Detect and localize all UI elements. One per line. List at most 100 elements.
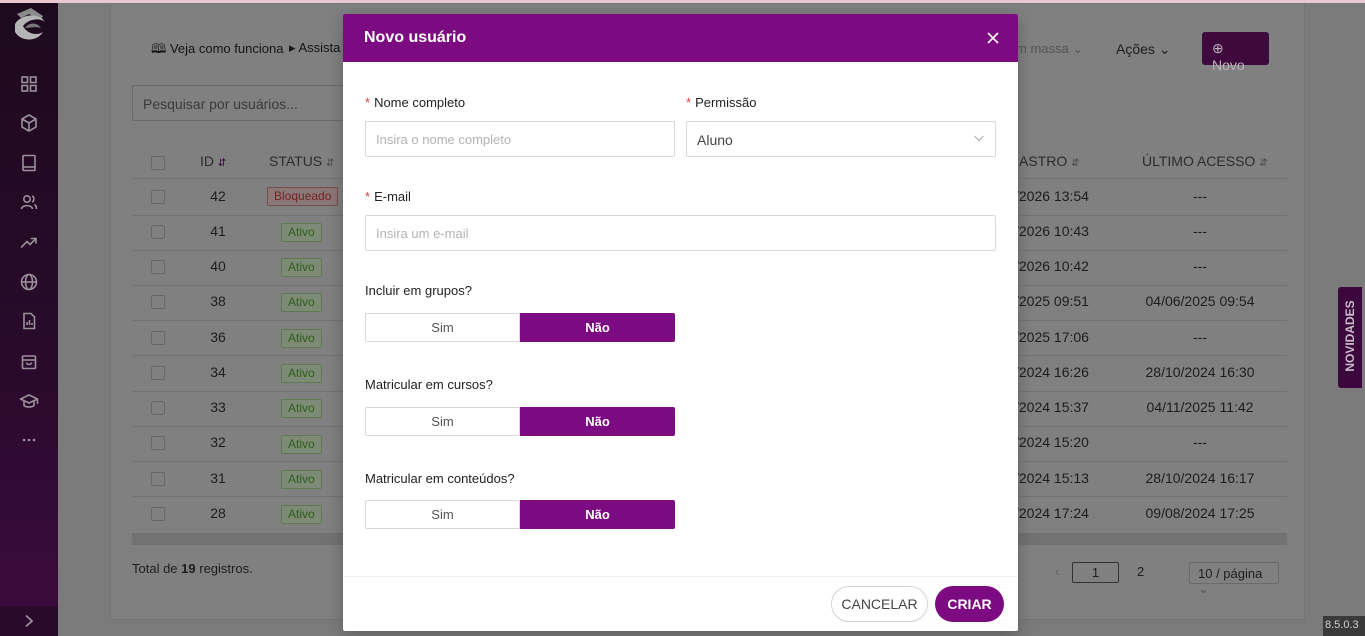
row-id: 38 <box>210 293 226 309</box>
chevron-down-icon: ⌄ <box>1198 581 1209 596</box>
sidebar-collapse-button[interactable] <box>0 606 58 636</box>
groups-no-option[interactable]: Não <box>520 313 675 342</box>
courses-toggle: Sim Não <box>365 407 675 436</box>
select-all-checkbox[interactable] <box>151 156 165 170</box>
row-checkbox[interactable] <box>151 331 165 345</box>
new-user-modal: Novo usuário *Nome completo *Permissão A… <box>343 14 1018 631</box>
courses-label: Matricular em cursos? <box>365 377 493 392</box>
row-last-access: --- <box>1193 258 1207 274</box>
page-size-select[interactable]: 10 / página ⌄ <box>1189 562 1279 596</box>
globe-icon[interactable] <box>19 272 39 292</box>
row-last-access: --- <box>1193 434 1207 450</box>
grid-icon[interactable] <box>19 74 39 94</box>
row-last-access: --- <box>1193 188 1207 204</box>
sidebar <box>0 0 58 636</box>
permission-select[interactable]: Aluno <box>686 121 996 157</box>
status-badge: Ativo <box>281 399 322 418</box>
novidades-tab[interactable]: NOVIDADES <box>1338 287 1362 388</box>
status-badge: Ativo <box>281 329 322 348</box>
row-last-access: --- <box>1193 223 1207 239</box>
groups-toggle: Sim Não <box>365 313 675 342</box>
row-created: /2026 10:42 <box>1015 258 1089 274</box>
contents-toggle: Sim Não <box>365 500 675 529</box>
column-header-last-access[interactable]: ÚLTIMO ACESSO ⇵ <box>1142 153 1268 169</box>
row-checkbox[interactable] <box>151 436 165 450</box>
required-marker: * <box>365 189 371 204</box>
row-checkbox[interactable] <box>151 225 165 239</box>
row-checkbox[interactable] <box>151 295 165 309</box>
chevron-down-icon <box>974 135 984 142</box>
status-badge: Ativo <box>281 435 322 454</box>
row-checkbox[interactable] <box>151 190 165 204</box>
assistant-link[interactable]: ▸ Assista <box>289 40 340 56</box>
cancel-button[interactable]: CANCELAR <box>831 586 928 622</box>
logo-icon[interactable] <box>11 6 49 46</box>
bag-icon[interactable] <box>19 351 39 371</box>
row-id: 28 <box>210 505 226 521</box>
trend-icon[interactable] <box>19 232 39 252</box>
row-last-access: --- <box>1193 329 1207 345</box>
sort-icon: ⇵ <box>1259 158 1268 169</box>
close-icon[interactable] <box>983 28 1003 48</box>
row-last-access: 28/10/2024 16:30 <box>1145 364 1255 380</box>
contents-label: Matricular em conteúdos? <box>365 471 515 486</box>
column-header-cadastro[interactable]: ASTRO ⇵ <box>1019 153 1080 169</box>
pagination-page-next[interactable]: 2 <box>1137 564 1144 579</box>
sort-icon: ⇵ <box>326 158 335 169</box>
row-id: 31 <box>210 470 226 486</box>
contents-yes-option[interactable]: Sim <box>365 500 520 529</box>
required-marker: * <box>365 95 371 110</box>
required-marker: * <box>686 95 692 110</box>
email-input[interactable] <box>365 215 996 251</box>
row-checkbox[interactable] <box>151 366 165 380</box>
groups-yes-option[interactable]: Sim <box>365 313 520 342</box>
status-badge: Ativo <box>281 470 322 489</box>
actions-dropdown[interactable]: Ações ⌄ <box>1116 41 1171 58</box>
report-icon[interactable] <box>19 311 39 331</box>
cube-icon[interactable] <box>19 113 39 133</box>
row-created: /2024 15:13 <box>1015 470 1089 486</box>
full-name-input[interactable] <box>365 121 675 157</box>
row-checkbox[interactable] <box>151 401 165 415</box>
groups-label: Incluir em grupos? <box>365 283 472 298</box>
book-icon[interactable] <box>19 153 39 173</box>
permission-label: * Permissão <box>686 95 757 110</box>
status-badge: Ativo <box>281 293 322 312</box>
courses-yes-option[interactable]: Sim <box>365 407 520 436</box>
pagination-prev-icon[interactable]: ‹ <box>1055 564 1059 579</box>
row-checkbox[interactable] <box>151 472 165 486</box>
bulk-actions-dropdown[interactable]: m massa ⌄ <box>1016 41 1083 57</box>
modal-title: Novo usuário <box>364 29 467 46</box>
modal-header: Novo usuário <box>343 14 1018 62</box>
row-id: 33 <box>210 399 226 415</box>
how-it-works-link[interactable]: 🕮 Veja como funciona <box>151 40 283 62</box>
chevron-down-icon: ⌄ <box>1072 41 1084 56</box>
row-checkbox[interactable] <box>151 260 165 274</box>
create-button[interactable]: CRIAR <box>935 586 1004 622</box>
column-header-id[interactable]: ID ⇵ <box>200 153 226 169</box>
row-id: 41 <box>210 223 226 239</box>
chevron-right-icon <box>25 614 34 628</box>
row-created: /2026 10:43 <box>1015 223 1089 239</box>
version-label: 8.5.0.3 <box>1323 616 1365 636</box>
row-created: /2024 16:26 <box>1015 364 1089 380</box>
more-icon[interactable] <box>19 430 39 450</box>
row-id: 40 <box>210 258 226 274</box>
email-label: * E-mail <box>365 189 411 204</box>
column-header-status[interactable]: STATUS ⇵ <box>269 153 334 169</box>
row-created: /2024 17:24 <box>1015 505 1089 521</box>
play-icon: ▸ <box>289 40 296 55</box>
row-checkbox[interactable] <box>151 507 165 521</box>
courses-no-option[interactable]: Não <box>520 407 675 436</box>
new-user-button[interactable]: ⊕ Novo <box>1202 32 1269 73</box>
pagination-page-current[interactable]: 1 <box>1072 562 1119 583</box>
row-created: /2025 09:51 <box>1015 293 1089 309</box>
book-open-icon: 🕮 <box>151 41 167 56</box>
sort-icon: ⇵ <box>217 158 227 169</box>
search-input[interactable]: Pesquisar por usuários... <box>132 85 352 121</box>
row-created: /2024 15:20 <box>1015 434 1089 450</box>
contents-no-option[interactable]: Não <box>520 500 675 529</box>
users-icon[interactable] <box>19 192 39 212</box>
row-created: /2024 15:37 <box>1015 399 1089 415</box>
graduation-icon[interactable] <box>19 391 39 411</box>
